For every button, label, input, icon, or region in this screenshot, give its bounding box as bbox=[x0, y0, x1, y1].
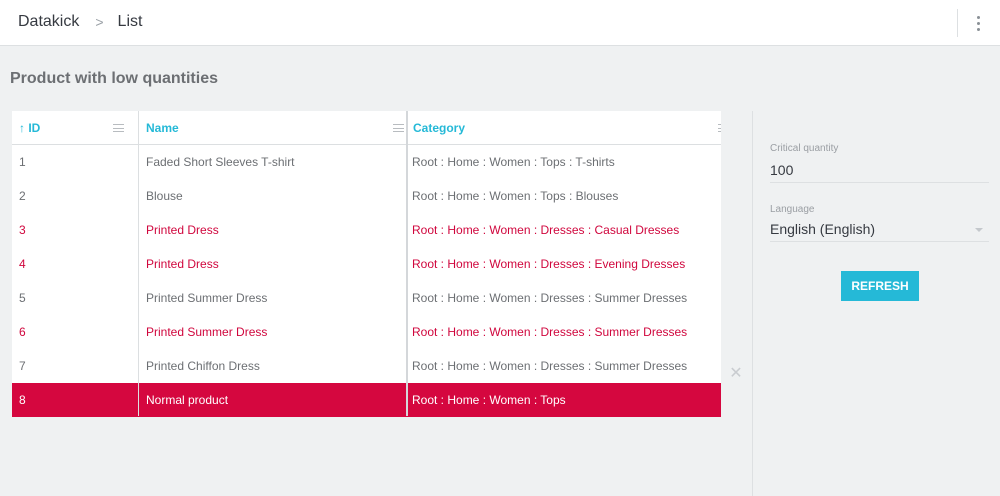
chevron-down-icon bbox=[975, 228, 983, 232]
column-header-name-label: Name bbox=[146, 121, 179, 135]
cell-name: Printed Summer Dress bbox=[146, 325, 268, 339]
table-row[interactable]: 3 Printed Dress Root : Home : Women : Dres… bbox=[12, 213, 721, 247]
cell-name: Printed Dress bbox=[146, 223, 219, 237]
cell-id: 7 bbox=[19, 359, 26, 373]
breadcrumb-current: List bbox=[117, 13, 143, 30]
cell-name: Printed Dress bbox=[146, 257, 219, 271]
cell-id: 5 bbox=[19, 291, 26, 305]
breadcrumb-separator: > bbox=[95, 14, 104, 30]
refresh-button[interactable]: REFRESH bbox=[841, 271, 919, 301]
column-header-id[interactable]: ↑ ID bbox=[12, 111, 139, 145]
breadcrumb-root[interactable]: Datakick bbox=[18, 13, 79, 31]
topbar-divider bbox=[957, 9, 958, 37]
cell-category: Root : Home : Women : Tops : T-shirts bbox=[412, 155, 615, 169]
cell-id: 1 bbox=[19, 155, 26, 169]
column-divider bbox=[138, 111, 139, 416]
close-icon[interactable]: ✕ bbox=[729, 366, 743, 382]
language-select-value: English (English) bbox=[770, 221, 876, 237]
cell-name: Blouse bbox=[146, 189, 183, 203]
sidebar-divider bbox=[752, 111, 753, 496]
more-options-icon[interactable] bbox=[968, 12, 988, 34]
cell-id: 8 bbox=[19, 393, 26, 407]
column-menu-icon[interactable] bbox=[113, 124, 124, 132]
table-row[interactable]: 6 Printed Summer Dress Root : Home : Women… bbox=[12, 315, 721, 349]
cell-id: 2 bbox=[19, 189, 26, 203]
language-label: Language bbox=[770, 204, 815, 215]
top-bar: Datakick > List bbox=[0, 0, 1000, 46]
cell-name: Printed Summer Dress bbox=[146, 291, 268, 305]
cell-id: 4 bbox=[19, 257, 26, 271]
critical-quantity-input[interactable]: 100 bbox=[770, 162, 989, 183]
cell-name: Printed Chiffon Dress bbox=[146, 359, 260, 373]
cell-id: 6 bbox=[19, 325, 26, 339]
products-grid: ↑ ID Name Category 1 Faded Short Sleeves … bbox=[12, 111, 721, 417]
column-header-name[interactable]: Name bbox=[139, 111, 407, 145]
table-row[interactable]: 8 Normal product Root : Home : Women : Top… bbox=[12, 383, 721, 417]
table-row[interactable]: 2 Blouse Root : Home : Women : Tops : Blou… bbox=[12, 179, 721, 213]
cell-category: Root : Home : Women : Dresses : Casual D… bbox=[412, 223, 680, 237]
language-select[interactable]: English (English) bbox=[770, 221, 989, 242]
cell-name: Normal product bbox=[146, 393, 229, 407]
grid-header: ↑ ID Name Category bbox=[12, 111, 721, 145]
column-header-category[interactable]: Category bbox=[407, 111, 721, 145]
table-row[interactable]: 1 Faded Short Sleeves T-shirt Root : Home … bbox=[12, 145, 721, 179]
column-menu-icon[interactable] bbox=[718, 124, 721, 132]
column-header-category-label: Category bbox=[413, 121, 466, 135]
cell-name: Faded Short Sleeves T-shirt bbox=[146, 155, 295, 169]
cell-id: 3 bbox=[19, 223, 26, 237]
cell-category: Root : Home : Women : Dresses : Summer D… bbox=[412, 359, 688, 373]
cell-category: Root : Home : Women : Dresses : Summer D… bbox=[412, 291, 688, 305]
critical-quantity-label: Critical quantity bbox=[770, 143, 839, 154]
cell-category: Root : Home : Women : Tops : Blouses bbox=[412, 189, 619, 203]
column-divider[interactable] bbox=[406, 111, 408, 416]
cell-category: Root : Home : Women : Tops bbox=[412, 393, 566, 407]
table-row[interactable]: 5 Printed Summer Dress Root : Home : Women… bbox=[12, 281, 721, 315]
cell-category: Root : Home : Women : Dresses : Evening … bbox=[412, 257, 686, 271]
breadcrumb: Datakick > List bbox=[18, 13, 142, 31]
cell-category: Root : Home : Women : Dresses : Summer D… bbox=[412, 325, 688, 339]
column-menu-icon[interactable] bbox=[393, 124, 404, 132]
table-row[interactable]: 7 Printed Chiffon Dress Root : Home : Wome… bbox=[12, 349, 721, 383]
table-row[interactable]: 4 Printed Dress Root : Home : Women : Dres… bbox=[12, 247, 721, 281]
page-title: Product with low quantities bbox=[10, 70, 218, 87]
